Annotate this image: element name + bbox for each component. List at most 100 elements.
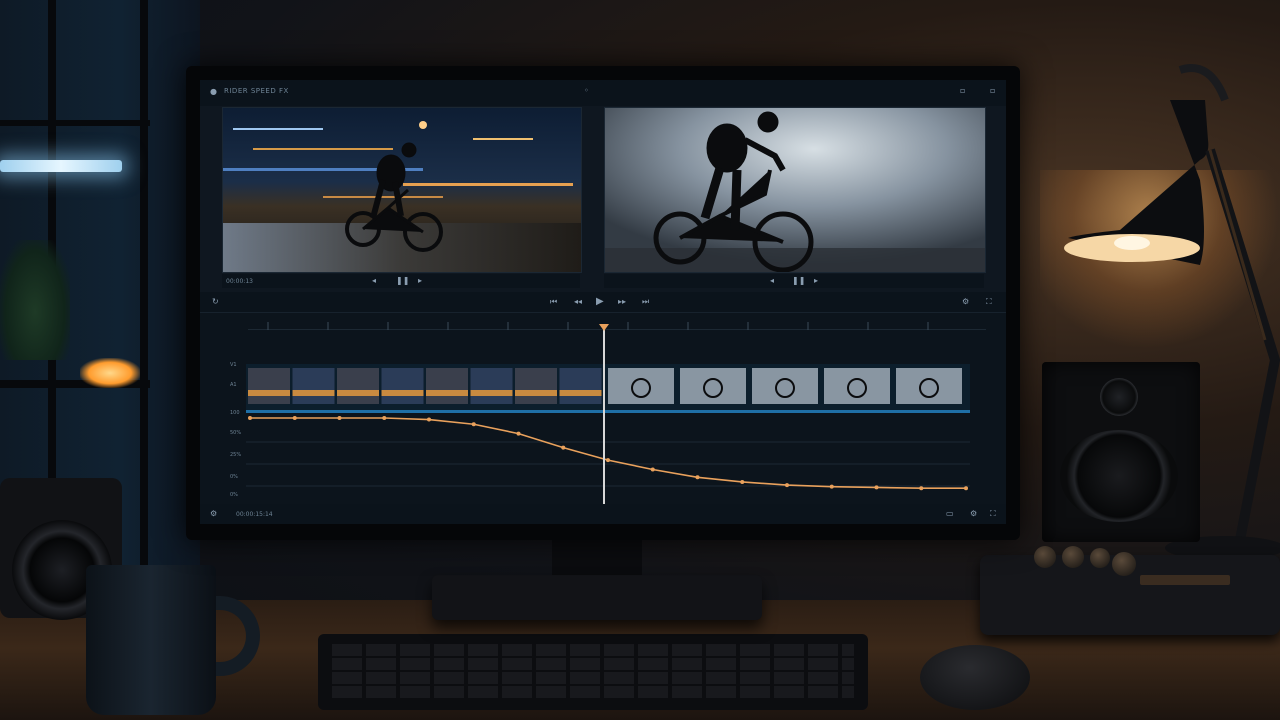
thumbnail-night [426, 368, 468, 404]
thumbnail-night [337, 368, 379, 404]
speed-keyframe[interactable] [874, 485, 879, 490]
source-controls: 00:00:13 ◂ ❚❚ ▸ [222, 274, 580, 288]
thumbnail-night [515, 368, 557, 404]
thumbnail-night [381, 368, 424, 404]
track-label: 0% [230, 492, 238, 498]
project-title: RIDER SPEED FX [224, 87, 289, 95]
fullscreen-icon[interactable]: ⛶ [986, 297, 992, 307]
source-viewer[interactable] [222, 107, 582, 273]
step-back-icon[interactable]: ⏮ [550, 297, 557, 307]
speed-keyframe[interactable] [471, 422, 476, 427]
playhead[interactable] [603, 328, 605, 504]
thumbnail-night [248, 368, 290, 404]
shelf-post [140, 0, 148, 600]
transport-bar: ↻ ⏮ ◂◂ ▶ ▸▸ ⏭ ⚙ ⛶ [200, 292, 1006, 313]
monitor-stand-base [432, 575, 762, 620]
settings-icon[interactable]: ⚙ [970, 509, 977, 518]
track-label: 25% [230, 452, 242, 458]
speed-keyframe[interactable] [919, 486, 924, 491]
mixer-buttons [1140, 575, 1230, 585]
knob [1112, 552, 1136, 576]
thumbnail-smoke [608, 368, 674, 404]
thumbnail-streetlight [515, 390, 557, 396]
ruler-ticks [267, 322, 929, 330]
speed-ramp-graph[interactable] [246, 412, 970, 502]
knob [1062, 546, 1084, 568]
thumbnail-streetlight [292, 390, 335, 396]
zoom-icon[interactable]: ▭ [946, 509, 954, 518]
settings-icon[interactable]: ⚙ [210, 509, 217, 518]
program-controls: ◂ ❚❚ ▸ [604, 274, 984, 288]
play-icon[interactable]: ▶ [596, 296, 604, 307]
track-label: 50% [230, 430, 242, 436]
speed-keyframe[interactable] [695, 475, 700, 480]
status-bar: ⚙ 00:00:15:14 ▭ ⚙ ⛶ [200, 504, 1006, 524]
thumbnail-streetlight [381, 390, 424, 396]
shelf-led-light [0, 160, 122, 172]
speed-keyframe[interactable] [606, 458, 610, 463]
thumbnail-streetlight [248, 390, 290, 396]
settings-icon[interactable]: ◦ [584, 86, 589, 95]
thumbnail-night [559, 368, 602, 404]
speed-keyframe[interactable] [337, 416, 342, 420]
speed-keyframe[interactable] [785, 483, 789, 488]
speed-keyframe[interactable] [964, 486, 968, 491]
speed-curve-line[interactable] [250, 417, 966, 489]
step-forward-icon[interactable]: ▸ [814, 276, 818, 285]
speed-keyframe[interactable] [561, 445, 566, 450]
track-label: V1 [230, 362, 237, 368]
speed-keyframe[interactable] [650, 467, 655, 472]
step-forward-icon[interactable]: ▸ [418, 276, 422, 285]
step-back-icon[interactable]: ◂◂ [574, 297, 582, 306]
speed-keyframe[interactable] [829, 484, 834, 489]
app-menu-icon[interactable]: ● [210, 87, 217, 96]
track-label: 0% [230, 474, 238, 480]
pause-icon[interactable]: ❚❚ [792, 276, 805, 285]
plant [0, 240, 70, 360]
step-forward-icon[interactable]: ▸▸ [618, 297, 626, 306]
thumbnail-smoke [752, 368, 818, 404]
mouse [920, 645, 1030, 710]
step-back-icon[interactable]: ◂ [770, 276, 774, 285]
keyboard-keys [332, 644, 854, 700]
source-frame-night-street [223, 108, 581, 272]
candle-glow [80, 358, 140, 388]
app-top-bar: ● RIDER SPEED FX ◦ ▫ ▫ [200, 80, 1006, 106]
playhead-marker[interactable] [599, 324, 609, 331]
step-forward-icon[interactable]: ⏭ [642, 297, 649, 307]
thumbnail-smoke [824, 368, 890, 404]
shelf-board [0, 120, 150, 126]
thumbnail-night [292, 368, 335, 404]
clip-thumbnails [248, 368, 962, 404]
thumbnail-streetlight [559, 390, 602, 396]
program-frame-smoke [605, 108, 985, 272]
loop-icon[interactable]: ↻ [212, 297, 219, 306]
zoom-icon[interactable]: ▫ [960, 86, 965, 95]
knob [1090, 548, 1110, 568]
speed-keyframe[interactable] [382, 416, 387, 420]
speed-keyframe[interactable] [427, 417, 431, 422]
track-label: A1 [230, 382, 237, 388]
speed-keyframe[interactable] [292, 416, 297, 420]
thumbnail-smoke [896, 368, 962, 404]
fullscreen-icon[interactable]: ⛶ [990, 509, 996, 519]
speed-keyframe[interactable] [248, 416, 252, 420]
speaker-tweeter [1100, 378, 1138, 416]
settings-icon[interactable]: ⚙ [962, 297, 969, 306]
time-ruler [248, 315, 986, 330]
coffee-mug [86, 565, 216, 715]
monitor-stand [552, 540, 642, 580]
speaker-woofer [1060, 430, 1178, 522]
step-back-icon[interactable]: ◂ [372, 276, 376, 285]
thumbnail-streetlight [426, 390, 468, 396]
thumbnail-streetlight [337, 390, 379, 396]
pause-icon[interactable]: ❚❚ [396, 276, 409, 285]
fullscreen-icon[interactable]: ▫ [990, 86, 995, 95]
speed-keyframe[interactable] [516, 431, 521, 436]
source-timecode: 00:00:13 [226, 278, 253, 285]
program-viewer[interactable] [604, 107, 986, 273]
knob [1034, 546, 1056, 568]
speed-keyframe[interactable] [740, 479, 745, 484]
status-timecode: 00:00:15:14 [236, 511, 273, 518]
thumbnail-streetlight [470, 390, 513, 396]
